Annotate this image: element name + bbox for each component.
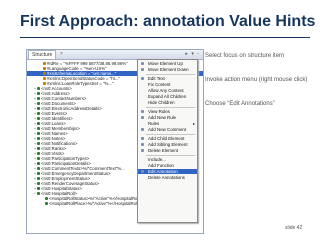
menu-item-label: Delete Element — [148, 148, 179, 153]
element-icon — [37, 162, 40, 165]
menu-item-hide-children[interactable]: Hide Children — [138, 100, 197, 105]
menu-item-delete-element[interactable]: Delete Element — [138, 148, 197, 153]
element-icon — [37, 127, 40, 130]
close-icon[interactable]: × — [60, 51, 63, 57]
tree-row-label: <HospitalRollPlace>%/"Active"%</Hospital… — [49, 201, 142, 206]
element-icon — [37, 147, 40, 150]
submenu-arrow-icon: ▸ — [192, 121, 195, 126]
menu-item-icon — [141, 143, 144, 146]
attribute-icon — [43, 82, 46, 85]
menu-separator — [146, 74, 195, 75]
menu-item-label: Expand All Children — [148, 94, 187, 99]
menu-item-delete-annotations[interactable]: Delete Annotations — [138, 175, 197, 180]
element-icon — [37, 87, 40, 90]
menu-item-label: Include... — [148, 157, 166, 162]
menu-item-label: Move Element Up — [148, 61, 183, 66]
menu-item-label: View Rules — [148, 109, 170, 114]
element-icon — [37, 177, 40, 180]
menu-item-icon — [141, 170, 144, 173]
menu-item-icon — [141, 68, 144, 71]
menu-item-label: Delete Annotations — [148, 175, 185, 180]
note-choose-edit-annotations: Choose “Edit Annotations” — [205, 101, 275, 107]
element-icon — [37, 157, 40, 160]
slide-number: slide 42 — [285, 225, 303, 231]
menu-item-label: Edit Annotation — [148, 169, 178, 174]
menu-item-label: Add New Rule — [148, 115, 177, 120]
attribute-icon — [43, 62, 46, 65]
element-icon — [37, 142, 40, 145]
menu-item-label: Add New Comment — [148, 127, 187, 132]
menu-item-icon — [141, 62, 144, 65]
element-icon — [37, 172, 40, 175]
menu-item-move-element-down[interactable]: Move Element Down — [138, 67, 197, 72]
menu-item-icon — [141, 116, 144, 119]
element-icon — [45, 197, 48, 200]
menu-item-label: Add Function — [148, 163, 174, 168]
tab-structure[interactable]: Structure — [28, 50, 57, 59]
element-icon — [37, 122, 40, 125]
menu-separator — [146, 134, 195, 135]
element-icon — [37, 97, 40, 100]
panel-toolbar-icons[interactable]: ▸ ▾ ▫ — [185, 51, 200, 58]
element-icon — [37, 152, 40, 155]
menu-item-icon — [141, 137, 144, 140]
attribute-icon — [43, 67, 46, 70]
note-invoke-menu: Invoke action menu (right mouse click) — [205, 77, 308, 83]
element-icon — [37, 192, 40, 195]
note-select-focus: Select focus on structure item — [205, 53, 285, 59]
title-divider — [20, 37, 310, 38]
element-icon — [37, 187, 40, 190]
menu-separator — [146, 155, 195, 156]
menu-item-allow-any-content[interactable]: Allow Any Content — [138, 88, 197, 93]
menu-item-edit-text[interactable]: Edit Text — [138, 76, 197, 81]
element-icon — [37, 117, 40, 120]
element-icon — [45, 202, 48, 205]
menu-item-fix-content[interactable]: Fix Content — [138, 82, 197, 87]
slide-title: First Approach: annotation Value Hints — [20, 13, 316, 30]
menu-separator — [146, 107, 195, 108]
menu-item-icon — [141, 149, 144, 152]
menu-item-edit-annotation[interactable]: Edit Annotation — [138, 169, 197, 174]
menu-item-view-rules[interactable]: View Rules — [138, 109, 197, 114]
menu-item-add-sibling-element[interactable]: Add Sibling Element — [138, 142, 197, 147]
menu-item-add-child-element[interactable]: Add Child Element — [138, 136, 197, 141]
menu-item-label: Rules — [148, 121, 160, 126]
menu-item-label: Allow Any Content — [148, 88, 184, 93]
menu-item-label: Edit Text — [148, 76, 165, 81]
element-icon — [37, 167, 40, 170]
menu-item-icon — [141, 110, 144, 113]
menu-item-include[interactable]: Include... — [138, 157, 197, 162]
menu-item-label: Move Element Down — [148, 67, 189, 72]
menu-item-move-element-up[interactable]: Move Element Up — [138, 61, 197, 66]
element-icon — [37, 132, 40, 135]
menu-item-label: Add Child Element — [148, 136, 185, 141]
menu-item-label: Hide Children — [148, 100, 175, 105]
menu-item-add-new-rule[interactable]: Add New Rule — [138, 115, 197, 120]
attribute-icon — [43, 72, 46, 75]
context-menu: Move Element Up Move Element Down Edit Tex… — [137, 59, 198, 223]
menu-item-label: Fix Content — [148, 82, 171, 87]
element-icon — [37, 112, 40, 115]
element-icon — [37, 102, 40, 105]
menu-item-icon — [141, 77, 144, 80]
element-icon — [37, 137, 40, 140]
menu-item-expand-all-children[interactable]: Expand All Children — [138, 94, 197, 99]
menu-item-add-function[interactable]: Add Function — [138, 163, 197, 168]
menu-item-rules[interactable]: Rules ▸ — [138, 121, 197, 126]
menu-item-add-new-comment[interactable]: Add New Comment — [138, 127, 197, 132]
element-icon — [37, 107, 40, 110]
element-icon — [37, 182, 40, 185]
menu-item-icon — [141, 128, 144, 131]
attribute-icon — [43, 77, 46, 80]
menu-item-label: Add Sibling Element — [148, 142, 188, 147]
element-icon — [37, 92, 40, 95]
